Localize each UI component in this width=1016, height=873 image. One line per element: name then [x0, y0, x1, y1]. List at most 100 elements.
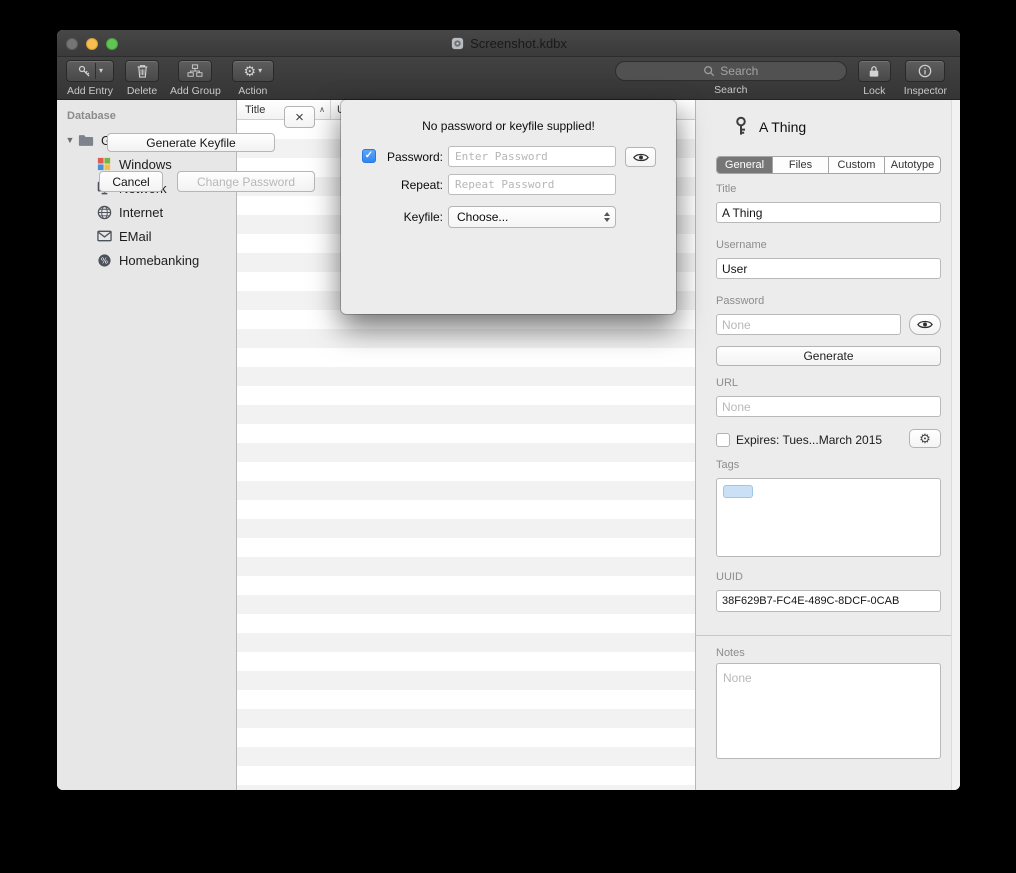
envelope-icon	[95, 228, 113, 245]
expires-row: Expires: Tues...March 2015	[716, 430, 941, 449]
add-group-label: Add Group	[170, 85, 221, 97]
inspector-divider	[696, 635, 951, 636]
windows-icon	[95, 156, 113, 173]
keyfile-popup-button[interactable]: Choose...	[448, 206, 616, 228]
keyfile-label: Keyfile:	[371, 210, 443, 224]
split-divider	[95, 63, 96, 79]
notes-label: Notes	[716, 647, 745, 659]
tab-files[interactable]: Files	[773, 157, 829, 173]
username-field-label: Username	[716, 239, 767, 251]
uuid-field[interactable]	[716, 590, 941, 612]
eye-icon	[917, 319, 933, 330]
url-field[interactable]	[716, 396, 941, 417]
repeat-label: Repeat:	[371, 178, 443, 192]
inspector-scrollbar[interactable]	[951, 100, 960, 790]
add-entry-button[interactable]: ▾	[66, 60, 114, 82]
toolbar-action: ⚙ ▾ Action	[232, 60, 274, 97]
entry-title-heading: A Thing	[759, 119, 806, 135]
chevron-down-icon: ▾	[99, 67, 103, 75]
username-field[interactable]	[716, 258, 941, 279]
clear-keyfile-button[interactable]: ×	[284, 106, 315, 128]
add-entry-label: Add Entry	[67, 85, 113, 97]
sidebar-section-header: Database	[57, 110, 236, 128]
expires-settings-button[interactable]: ⚙	[909, 429, 941, 448]
reveal-password-button[interactable]	[909, 314, 941, 335]
tag-chip[interactable]	[723, 485, 753, 498]
notes-placeholder: None	[723, 671, 752, 685]
eye-icon	[633, 152, 649, 163]
action-button[interactable]: ⚙ ▾	[232, 60, 274, 82]
disclosure-triangle-icon[interactable]: ▼	[63, 135, 77, 145]
title-group: Screenshot.kdbx	[450, 36, 567, 51]
password-label: Password:	[371, 150, 443, 164]
delete-label: Delete	[127, 85, 157, 97]
tab-general[interactable]: General	[717, 157, 773, 173]
repeat-password-input[interactable]	[448, 174, 616, 195]
tab-custom[interactable]: Custom	[829, 157, 885, 173]
close-button[interactable]	[66, 38, 78, 50]
sidebar-item-email[interactable]: EMail	[57, 224, 236, 248]
popup-stepper-icon	[604, 212, 610, 222]
reveal-password-button[interactable]	[625, 147, 656, 167]
tags-label: Tags	[716, 459, 739, 471]
lock-label: Lock	[863, 85, 885, 97]
toolbar: ▾ Add Entry Delete Add Group	[57, 57, 960, 100]
traffic-lights	[66, 38, 118, 50]
search-input[interactable]: Search	[615, 61, 847, 81]
password-field[interactable]	[716, 314, 901, 335]
gear-icon: ⚙	[919, 432, 931, 445]
toolbar-lock: Lock	[858, 60, 891, 97]
key-icon	[732, 115, 750, 138]
sidebar-item-label: Windows	[119, 157, 172, 172]
delete-button[interactable]	[125, 60, 159, 82]
dialog-message: No password or keyfile supplied!	[341, 119, 676, 133]
document-icon	[450, 36, 465, 51]
info-icon	[918, 64, 932, 78]
sidebar-item-homebanking[interactable]: % Homebanking	[57, 248, 236, 272]
search-label: Search	[714, 84, 747, 96]
change-password-dialog: No password or keyfile supplied! ✓ Passw…	[341, 100, 676, 314]
toolbar-search: Search Search	[615, 60, 847, 96]
keyfile-popup-value: Choose...	[457, 210, 508, 224]
tab-autotype[interactable]: Autotype	[885, 157, 940, 173]
minimize-button[interactable]	[86, 38, 98, 50]
globe-icon	[95, 204, 113, 221]
inspector-button[interactable]	[905, 60, 945, 82]
svg-text:%: %	[100, 256, 107, 265]
change-password-button[interactable]: Change Password	[177, 171, 315, 192]
expires-checkbox[interactable]	[716, 433, 730, 447]
toolbar-add-group: Add Group	[170, 60, 221, 97]
notes-field[interactable]: None	[716, 663, 941, 759]
window-title: Screenshot.kdbx	[470, 36, 567, 51]
generate-keyfile-button[interactable]: Generate Keyfile	[107, 133, 275, 152]
titlebar: Screenshot.kdbx	[57, 30, 960, 57]
password-input[interactable]	[448, 146, 616, 167]
group-hierarchy-icon	[187, 64, 203, 78]
url-field-label: URL	[716, 377, 738, 389]
uuid-label: UUID	[716, 571, 743, 583]
folder-icon	[77, 132, 95, 149]
expires-label: Expires: Tues...March 2015	[736, 433, 882, 447]
tags-field[interactable]	[716, 478, 941, 557]
inspector-header: A Thing	[732, 115, 806, 138]
title-field[interactable]	[716, 202, 941, 223]
trash-icon	[136, 63, 149, 79]
cancel-button[interactable]: Cancel	[99, 171, 163, 192]
search-placeholder: Search	[720, 64, 758, 78]
zoom-button[interactable]	[106, 38, 118, 50]
action-label: Action	[238, 85, 267, 97]
lock-button[interactable]	[858, 60, 891, 82]
lock-icon	[868, 64, 880, 79]
sidebar: Database ▼ General 2 Windows	[57, 100, 237, 790]
percent-coin-icon: %	[95, 252, 113, 269]
generate-password-button[interactable]: Generate	[716, 346, 941, 366]
add-group-button[interactable]	[178, 60, 212, 82]
inspector-panel: A Thing General Files Custom Autotype Ti…	[695, 100, 960, 790]
sidebar-item-internet[interactable]: Internet	[57, 200, 236, 224]
gear-icon: ⚙	[244, 64, 257, 78]
close-x-icon: ×	[295, 109, 304, 126]
toolbar-delete: Delete	[125, 60, 159, 97]
sort-ascending-icon: ∧	[319, 105, 325, 114]
search-icon	[703, 65, 715, 77]
toolbar-inspector: Inspector	[904, 60, 947, 97]
